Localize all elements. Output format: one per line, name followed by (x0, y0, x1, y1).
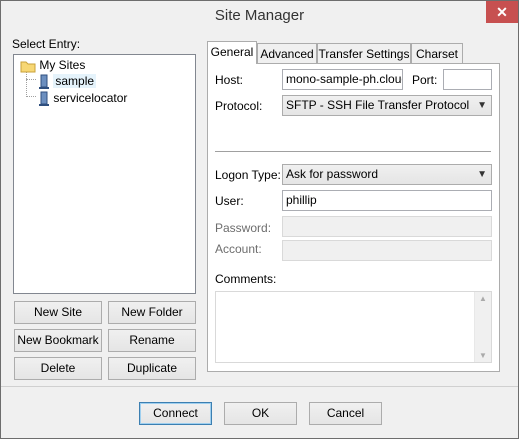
ok-button[interactable]: OK (224, 402, 297, 425)
delete-button[interactable]: Delete (14, 357, 102, 380)
tree-connector (26, 71, 27, 97)
select-entry-label: Select Entry: (12, 37, 81, 51)
tree-root-my-sites[interactable]: My Sites (20, 57, 85, 73)
logon-type-label: Logon Type: (215, 168, 281, 182)
duplicate-button[interactable]: Duplicate (108, 357, 196, 380)
tree-item-label: sample (53, 74, 97, 88)
cancel-button[interactable]: Cancel (309, 402, 382, 425)
tab-charset[interactable]: Charset (411, 43, 463, 63)
comments-label: Comments: (215, 272, 277, 286)
connect-button[interactable]: Connect (139, 402, 212, 425)
new-site-button[interactable]: New Site (14, 301, 102, 324)
scroll-up-icon[interactable]: ▲ (479, 294, 487, 303)
close-icon: ✕ (496, 4, 508, 20)
rename-button[interactable]: Rename (108, 329, 196, 352)
logon-type-select[interactable]: Ask for password ▼ (282, 164, 492, 185)
password-input (282, 216, 492, 237)
tree-item-label: servicelocator (53, 91, 128, 105)
scroll-down-icon[interactable]: ▼ (479, 351, 487, 360)
tree-item-sample[interactable]: sample (38, 73, 97, 89)
chevron-down-icon: ▼ (477, 100, 487, 111)
tab-advanced[interactable]: Advanced (257, 43, 317, 63)
port-label: Port: (412, 73, 438, 87)
separator (215, 151, 491, 153)
folder-icon (20, 61, 36, 73)
server-icon (39, 91, 49, 106)
port-input[interactable] (443, 69, 492, 90)
server-icon (39, 74, 49, 89)
comments-textarea[interactable]: ▲ ▼ (215, 291, 492, 363)
close-button[interactable]: ✕ (486, 1, 518, 23)
password-label: Password: (215, 221, 272, 235)
account-input (282, 240, 492, 261)
comments-scrollbar[interactable]: ▲ ▼ (474, 292, 491, 362)
site-manager-window: Site Manager ✕ Select Entry: My Sites sa… (0, 0, 519, 439)
logon-type-value: Ask for password (286, 167, 379, 181)
new-folder-button[interactable]: New Folder (108, 301, 196, 324)
user-input[interactable]: phillip (282, 190, 492, 211)
host-input[interactable]: mono-sample-ph.cloudapp.net (282, 69, 403, 90)
site-tree[interactable]: My Sites sample servicelocator (13, 54, 196, 294)
footer-separator (1, 386, 518, 387)
account-label: Account: (215, 242, 262, 256)
protocol-select[interactable]: SFTP - SSH File Transfer Protocol ▼ (282, 95, 492, 116)
chevron-down-icon: ▼ (477, 169, 487, 180)
tree-connector (26, 79, 36, 80)
window-title: Site Manager (214, 7, 305, 24)
host-label: Host: (215, 73, 244, 87)
tree-root-label: My Sites (39, 58, 86, 72)
tree-connector (26, 96, 36, 97)
title-bar[interactable]: Site Manager ✕ (1, 1, 518, 31)
tab-transfer-settings[interactable]: Transfer Settings (317, 43, 411, 63)
tab-general[interactable]: General (207, 41, 257, 64)
tree-item-servicelocator[interactable]: servicelocator (38, 90, 127, 106)
protocol-value: SFTP - SSH File Transfer Protocol (286, 98, 470, 112)
user-label: User: (215, 194, 244, 208)
new-bookmark-button[interactable]: New Bookmark (14, 329, 102, 352)
protocol-label: Protocol: (215, 99, 263, 113)
